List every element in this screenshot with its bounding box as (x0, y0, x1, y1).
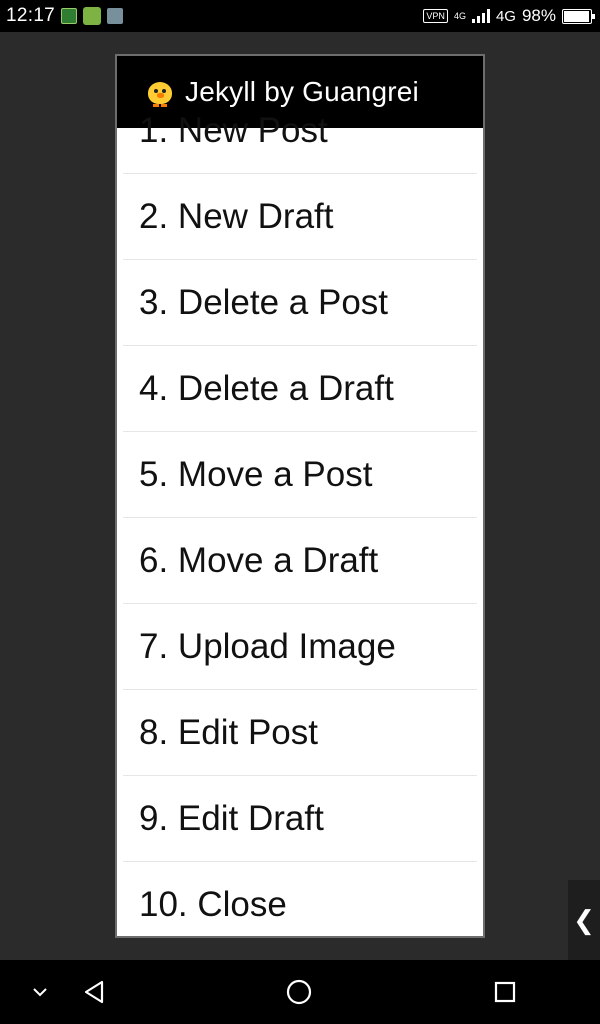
home-button[interactable] (283, 976, 315, 1008)
app-green-icon (83, 7, 102, 25)
back-button[interactable] (78, 976, 110, 1008)
menu-item-new-draft[interactable]: 2. New Draft (123, 174, 477, 260)
menu-item-new-post[interactable]: 1. New Post (123, 88, 477, 174)
signal-icon (471, 9, 490, 23)
menu-item-move-post[interactable]: 5. Move a Post (123, 432, 477, 518)
vpn-badge: VPN (423, 9, 448, 23)
menu-item-upload-image[interactable]: 7. Upload Image (123, 604, 477, 690)
collapse-button[interactable] (24, 976, 56, 1008)
recents-button[interactable] (489, 976, 521, 1008)
chevron-left-icon: ❮ (573, 904, 595, 935)
status-right: VPN 4G 4G 98% (423, 6, 595, 26)
menu-item-edit-draft[interactable]: 9. Edit Draft (123, 776, 477, 862)
menu-list[interactable]: 1. New Post 2. New Draft 3. Delete a Pos… (117, 111, 483, 936)
navigation-bar (0, 960, 600, 1024)
home-icon (286, 979, 312, 1005)
network-type-small: 4G (453, 10, 466, 21)
menu-item-close[interactable]: 10. Close (123, 862, 477, 936)
app-gray-icon (107, 8, 124, 24)
battery-icon (562, 8, 595, 24)
menu-dialog: Jekyll by Guangrei 1. New Post 2. New Dr… (115, 54, 485, 938)
status-time: 12:17 (6, 5, 56, 26)
shield-icon (61, 8, 78, 24)
network-type-small-label: 4G (453, 10, 466, 21)
menu-item-delete-draft[interactable]: 4. Delete a Draft (123, 346, 477, 432)
recents-icon (494, 981, 516, 1003)
collapse-icon (33, 988, 47, 997)
network-type: 4G (495, 7, 516, 25)
battery-fill (564, 10, 590, 22)
menu-item-edit-post[interactable]: 8. Edit Post (123, 690, 477, 776)
back-icon (84, 980, 104, 1004)
status-left: 12:17 (6, 5, 124, 27)
status-bar: 12:17 VPN 4G 4G 98% (0, 0, 600, 32)
menu-item-move-draft[interactable]: 6. Move a Draft (123, 518, 477, 604)
battery-percent: 98% (521, 6, 556, 25)
menu-item-delete-post[interactable]: 3. Delete a Post (123, 260, 477, 346)
side-panel-handle[interactable]: ❮ (568, 880, 600, 960)
